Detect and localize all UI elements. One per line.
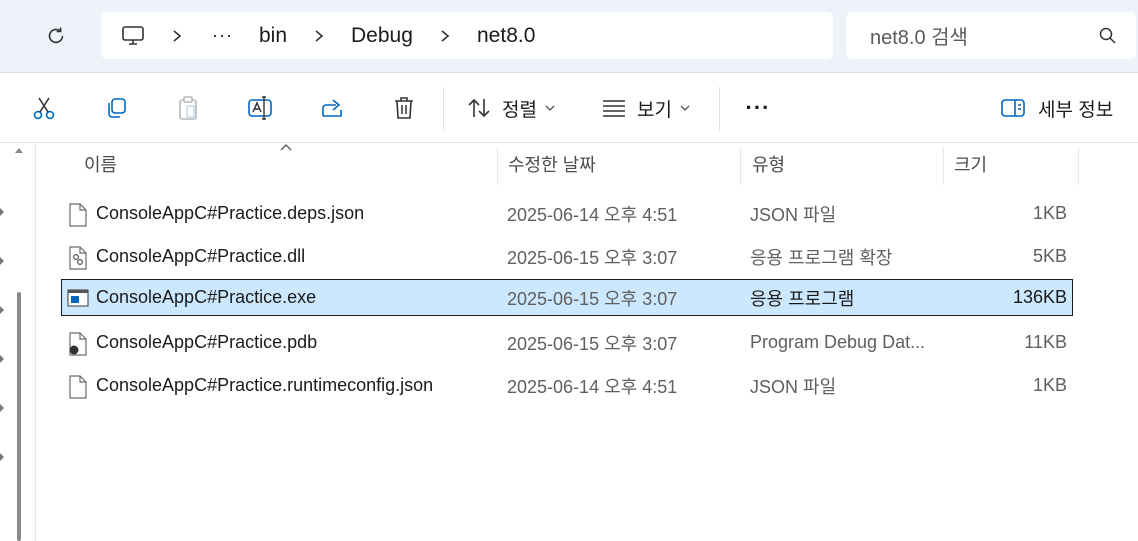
chevron-right-icon[interactable] xyxy=(313,12,325,59)
refresh-button[interactable] xyxy=(36,16,76,56)
chevron-right-icon[interactable] xyxy=(171,12,183,59)
file-modified: 2025-06-14 오후 4:51 xyxy=(507,376,678,397)
view-label: 보기 xyxy=(637,99,672,121)
column-divider[interactable] xyxy=(740,147,741,185)
rename-icon xyxy=(248,96,272,120)
file-row[interactable]: ConsoleAppC#Practice.pdb 2025-06-15 오후 3… xyxy=(61,325,1073,362)
file-row[interactable]: ConsoleAppC#Practice.runtimeconfig.json … xyxy=(61,368,1073,405)
list-view-icon xyxy=(603,100,625,117)
expand-arrow-icon[interactable] xyxy=(0,306,6,314)
paste-button[interactable] xyxy=(166,73,210,143)
details-pane-icon xyxy=(1001,99,1025,117)
breadcrumb-item-net8[interactable]: net8.0 xyxy=(477,12,535,59)
column-header-size[interactable]: 크기 xyxy=(954,143,987,184)
breadcrumb-overflow[interactable]: ··· xyxy=(212,12,233,59)
file-type: JSON 파일 xyxy=(750,376,837,397)
file-modified: 2025-06-15 오후 3:07 xyxy=(507,288,678,309)
expand-arrow-icon[interactable] xyxy=(0,208,6,216)
file-type: JSON 파일 xyxy=(750,204,837,225)
file-size: 5KB xyxy=(1032,246,1067,266)
clipboard-icon xyxy=(179,96,197,120)
exe-file-icon xyxy=(67,289,89,307)
search-input[interactable]: net8.0 검색 xyxy=(846,12,1136,59)
breadcrumb[interactable]: ··· bin Debug net8.0 xyxy=(101,12,833,59)
sort-button[interactable]: 정렬 xyxy=(466,73,566,143)
column-header-name[interactable]: 이름 xyxy=(84,143,117,184)
sort-icon xyxy=(468,98,490,118)
rename-button[interactable] xyxy=(238,73,282,143)
chevron-down-icon xyxy=(545,105,555,111)
copy-button[interactable] xyxy=(94,73,138,143)
toolbar-separator xyxy=(443,87,444,131)
file-size: 11KB xyxy=(1024,332,1067,352)
pdb-file-icon xyxy=(69,332,87,356)
file-name: ConsoleAppC#Practice.deps.json xyxy=(96,203,365,223)
json-file-icon xyxy=(69,203,87,227)
trash-icon xyxy=(395,97,413,119)
search-icon xyxy=(1099,27,1116,44)
search-placeholder: net8.0 검색 xyxy=(870,27,968,49)
delete-button[interactable] xyxy=(382,73,426,143)
file-row[interactable]: ConsoleAppC#Practice.dll 2025-06-15 오후 3… xyxy=(61,239,1073,276)
file-modified: 2025-06-15 오후 3:07 xyxy=(507,247,678,268)
address-bar-row: ··· bin Debug net8.0 net8.0 검색 xyxy=(0,0,1138,72)
scroll-up-arrow-icon[interactable] xyxy=(15,147,23,153)
nav-pane-scrollbar[interactable] xyxy=(17,292,21,541)
file-name: ConsoleAppC#Practice.dll xyxy=(96,246,306,266)
copy-icon xyxy=(108,98,126,118)
this-pc-icon[interactable] xyxy=(121,12,145,59)
file-name: ConsoleAppC#Practice.exe xyxy=(96,287,317,307)
file-modified: 2025-06-14 오후 4:51 xyxy=(507,204,678,225)
breadcrumb-item-bin[interactable]: bin xyxy=(259,12,287,59)
json-file-icon xyxy=(69,375,87,399)
share-icon xyxy=(322,99,342,117)
details-pane-button[interactable]: 세부 정보 xyxy=(1000,73,1130,143)
file-type: 응용 프로그램 확장 xyxy=(750,247,893,268)
sort-label: 정렬 xyxy=(502,99,537,121)
file-size: 1KB xyxy=(1032,203,1067,223)
details-label: 세부 정보 xyxy=(1038,99,1114,121)
column-divider[interactable] xyxy=(943,147,944,185)
breadcrumb-item-debug[interactable]: Debug xyxy=(351,12,413,59)
file-row[interactable]: ConsoleAppC#Practice.deps.json 2025-06-1… xyxy=(61,196,1073,233)
expand-arrow-icon[interactable] xyxy=(0,257,6,265)
more-options-button[interactable]: ··· xyxy=(736,73,780,143)
column-header-type[interactable]: 유형 xyxy=(752,143,785,184)
share-button[interactable] xyxy=(310,73,354,143)
file-size: 1KB xyxy=(1032,375,1067,395)
file-modified: 2025-06-15 오후 3:07 xyxy=(507,333,678,354)
expand-arrow-icon[interactable] xyxy=(0,355,6,363)
dll-file-icon xyxy=(69,246,87,270)
file-type: Program Debug Dat... xyxy=(750,332,926,352)
toolbar-separator xyxy=(719,87,720,131)
chevron-down-icon xyxy=(680,105,690,111)
file-row-selected[interactable]: ConsoleAppC#Practice.exe 2025-06-15 오후 3… xyxy=(61,279,1073,316)
file-size: 136KB xyxy=(1012,287,1067,307)
expand-arrow-icon[interactable] xyxy=(0,453,6,461)
refresh-icon xyxy=(48,27,64,44)
file-type: 응용 프로그램 xyxy=(750,288,855,309)
column-header-row: 이름 수정한 날짜 유형 크기 xyxy=(37,143,1138,185)
command-bar: 정렬 보기 ··· 세부 정보 xyxy=(0,72,1138,143)
file-name: ConsoleAppC#Practice.runtimeconfig.json xyxy=(96,375,434,395)
view-button[interactable]: 보기 xyxy=(601,73,701,143)
cut-button[interactable] xyxy=(22,73,66,143)
column-divider[interactable] xyxy=(1078,147,1079,185)
chevron-right-icon[interactable] xyxy=(439,12,451,59)
expand-arrow-icon[interactable] xyxy=(0,404,6,412)
file-name: ConsoleAppC#Practice.pdb xyxy=(96,332,318,352)
scissors-icon xyxy=(33,97,55,120)
column-divider[interactable] xyxy=(497,147,498,185)
column-header-modified[interactable]: 수정한 날짜 xyxy=(508,143,596,184)
sort-ascending-icon xyxy=(280,144,292,151)
